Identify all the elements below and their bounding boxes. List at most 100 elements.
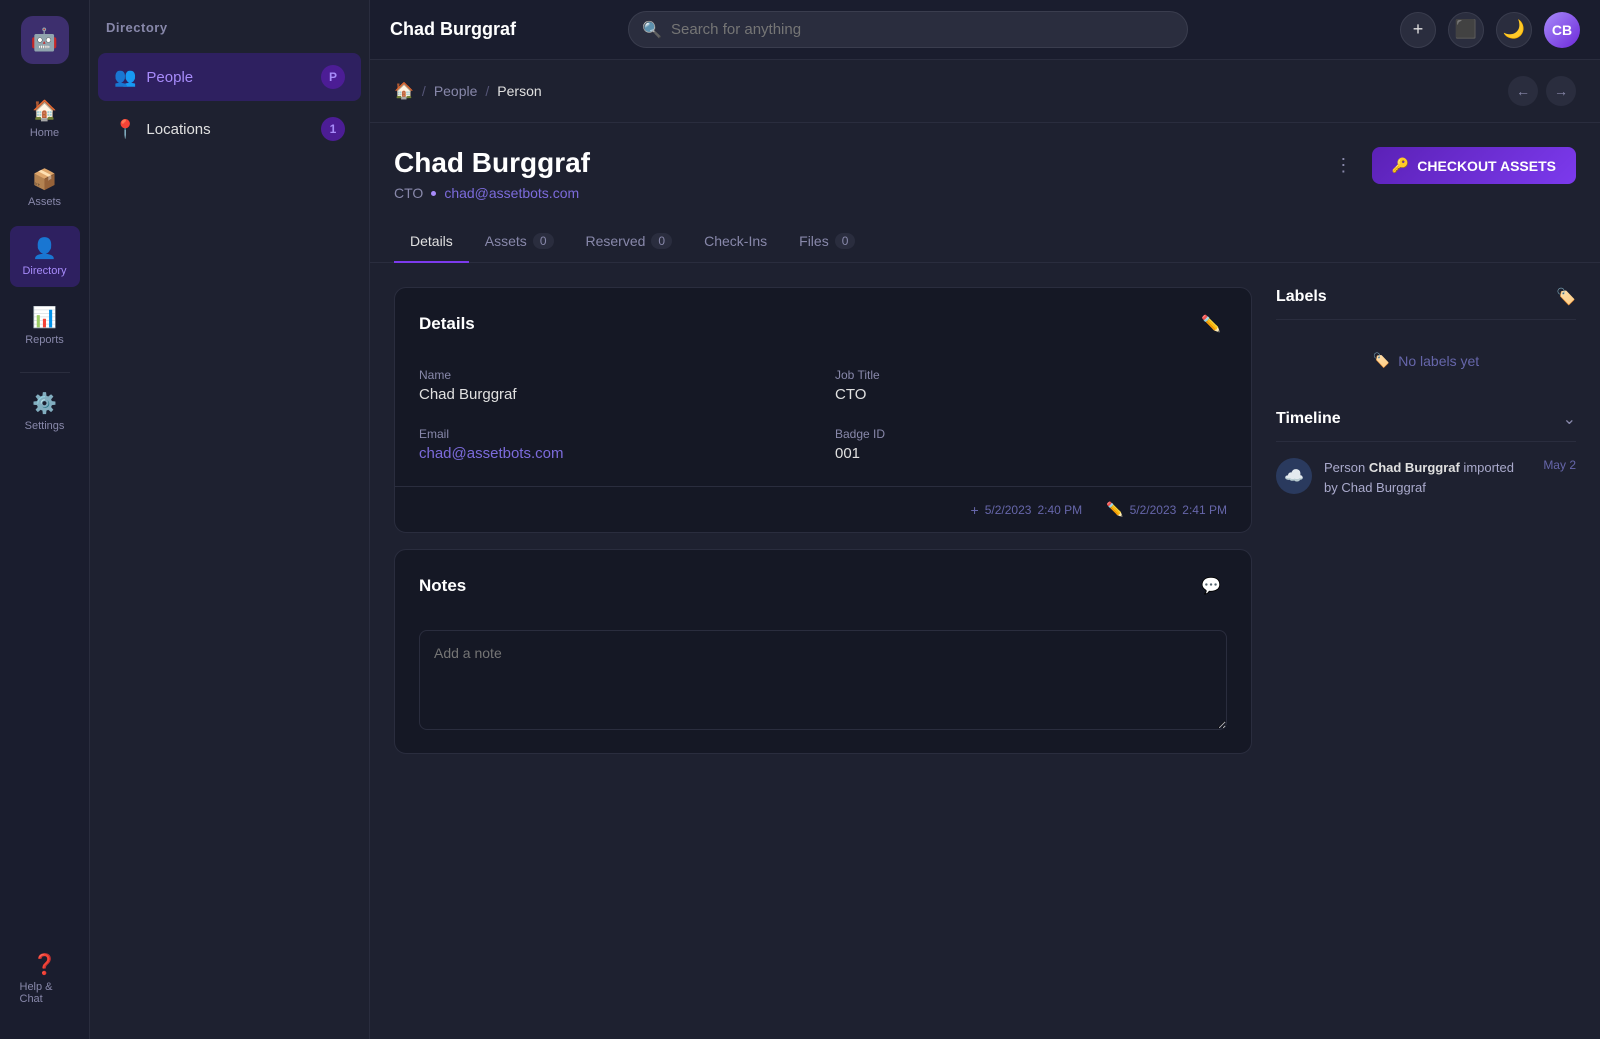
add-note-button[interactable]: 💬 [1195,570,1227,602]
timeline-panel-header: Timeline ⌄ [1276,409,1576,442]
no-labels-text: No labels yet [1398,353,1479,369]
timeline-event-icon: ☁️ [1276,458,1312,494]
main-area: Chad Burggraf 🔍 + ⬛ 🌙 CB 🏠 / People / P [370,0,1600,1039]
created-icon: + [971,502,979,518]
person-name: Chad Burggraf [394,147,1312,179]
topbar: Chad Burggraf 🔍 + ⬛ 🌙 CB [370,0,1600,60]
user-avatar[interactable]: CB [1544,12,1580,48]
tab-assets[interactable]: Assets 0 [469,221,570,263]
details-grid: Name Chad Burggraf Job Title CTO Email c… [395,360,1251,486]
people-icon: 👥 [114,67,136,88]
breadcrumb-sep-2: / [485,83,489,99]
key-icon: 🔑 [1392,157,1409,174]
notes-card-title: Notes [419,576,466,596]
sidebar-item-directory[interactable]: 👤 Directory [10,226,80,287]
person-email[interactable]: chad@assetbots.com [444,185,579,201]
breadcrumb: 🏠 / People / Person ← → [370,60,1600,123]
timeline-panel-title: Timeline [1276,410,1341,428]
add-button[interactable]: + [1400,12,1436,48]
help-chat-button[interactable]: ❓ Help & Chat [10,942,80,1015]
edit-icon: ✏️ [1106,501,1123,518]
tab-details[interactable]: Details [394,221,469,263]
badge-id-field: Badge ID 001 [835,427,1227,462]
name-field: Name Chad Burggraf [419,368,811,403]
details-card-footer: + 5/2/2023 2:40 PM ✏️ 5/2/2023 2:41 PM [395,486,1251,532]
directory-icon: 👤 [32,236,57,261]
header-actions: ⋮ 🔑 CHECKOUT ASSETS [1328,147,1576,184]
sidebar-item-settings[interactable]: ⚙️ Settings [10,381,80,442]
sidebar-label-home: Home [30,127,59,139]
breadcrumb-person: Person [497,83,541,99]
main-content: Details ✏️ Name Chad Burggraf Job Title … [370,263,1600,1039]
person-info: Chad Burggraf CTO chad@assetbots.com [394,147,1312,201]
meta-dot [431,191,436,196]
notes-card-header: Notes 💬 [395,550,1251,622]
edited-time: 2:41 PM [1182,503,1227,517]
breadcrumb-people[interactable]: People [434,83,478,99]
sidebar-label-reports: Reports [25,334,64,346]
locations-icon: 📍 [114,119,136,140]
edit-details-button[interactable]: ✏️ [1195,308,1227,340]
timeline-bold: Chad Burggraf [1369,460,1460,475]
tab-details-label: Details [410,233,453,249]
email-value[interactable]: chad@assetbots.com [419,445,811,462]
scan-button[interactable]: ⬛ [1448,12,1484,48]
job-title-value: CTO [835,386,1227,403]
tab-files-badge: 0 [835,233,856,249]
job-title-label: Job Title [835,368,1227,382]
sidebar-label-settings: Settings [25,420,65,432]
sidebar-item-reports[interactable]: 📊 Reports [10,295,80,356]
timeline-collapse-button[interactable]: ⌄ [1563,409,1576,429]
tab-reserved-badge: 0 [651,233,672,249]
timeline-date: May 2 [1543,458,1576,472]
forward-button[interactable]: → [1546,76,1576,106]
plus-icon: + [1413,19,1424,40]
people-badge: P [321,65,345,89]
labels-panel-header: Labels 🏷️ [1276,287,1576,320]
moon-icon: 🌙 [1503,19,1525,40]
sidebar-item-home[interactable]: 🏠 Home [10,88,80,149]
more-button[interactable]: ⋮ [1328,150,1360,182]
tab-files[interactable]: Files 0 [783,221,871,263]
directory-item-people[interactable]: 👥 People P [98,53,361,101]
search-bar: 🔍 [628,11,1188,48]
sidebar-item-assets[interactable]: 📦 Assets [10,157,80,218]
tab-reserved[interactable]: Reserved 0 [570,221,689,263]
sidebar-label-directory: Directory [22,265,66,277]
search-input[interactable] [628,11,1188,48]
badge-id-value: 001 [835,445,1227,462]
tabs: Details Assets 0 Reserved 0 Check-Ins Fi… [370,221,1600,263]
sidebar-icons: 🤖 🏠 Home 📦 Assets 👤 Directory 📊 Reports … [0,0,90,1039]
details-card: Details ✏️ Name Chad Burggraf Job Title … [394,287,1252,533]
checkout-assets-button[interactable]: 🔑 CHECKOUT ASSETS [1372,147,1576,184]
notes-input[interactable] [419,630,1227,730]
help-icon: ❓ [32,952,57,977]
sidebar-bottom: ❓ Help & Chat [10,942,80,1023]
tab-assets-label: Assets [485,233,527,249]
person-role: CTO [394,185,423,201]
scan-icon: ⬛ [1455,19,1477,40]
directory-item-locations[interactable]: 📍 Locations 1 [98,105,361,153]
edited-date: 5/2/2023 [1130,503,1177,517]
labels-tag-icon[interactable]: 🏷️ [1556,287,1576,307]
settings-icon: ⚙️ [32,391,57,416]
tab-files-label: Files [799,233,829,249]
timeline-content: Person Chad Burggraf imported by Chad Bu… [1324,458,1531,497]
tab-checkins-label: Check-Ins [704,233,767,249]
timeline-panel: Timeline ⌄ ☁️ Person Chad Burggraf impor… [1276,409,1576,497]
reports-icon: 📊 [32,305,57,330]
notes-body [395,622,1251,753]
app-logo: 🤖 [21,16,69,64]
breadcrumb-nav: ← → [1508,76,1576,106]
tab-checkins[interactable]: Check-Ins [688,221,783,263]
dark-mode-button[interactable]: 🌙 [1496,12,1532,48]
directory-header: Directory [90,0,369,51]
created-time: 2:40 PM [1037,503,1082,517]
home-icon: 🏠 [32,98,57,123]
back-button[interactable]: ← [1508,76,1538,106]
timeline-item: ☁️ Person Chad Burggraf imported by Chad… [1276,458,1576,497]
breadcrumb-home[interactable]: 🏠 [394,81,414,101]
email-field: Email chad@assetbots.com [419,427,811,462]
job-title-field: Job Title CTO [835,368,1227,403]
topbar-title: Chad Burggraf [390,19,516,40]
